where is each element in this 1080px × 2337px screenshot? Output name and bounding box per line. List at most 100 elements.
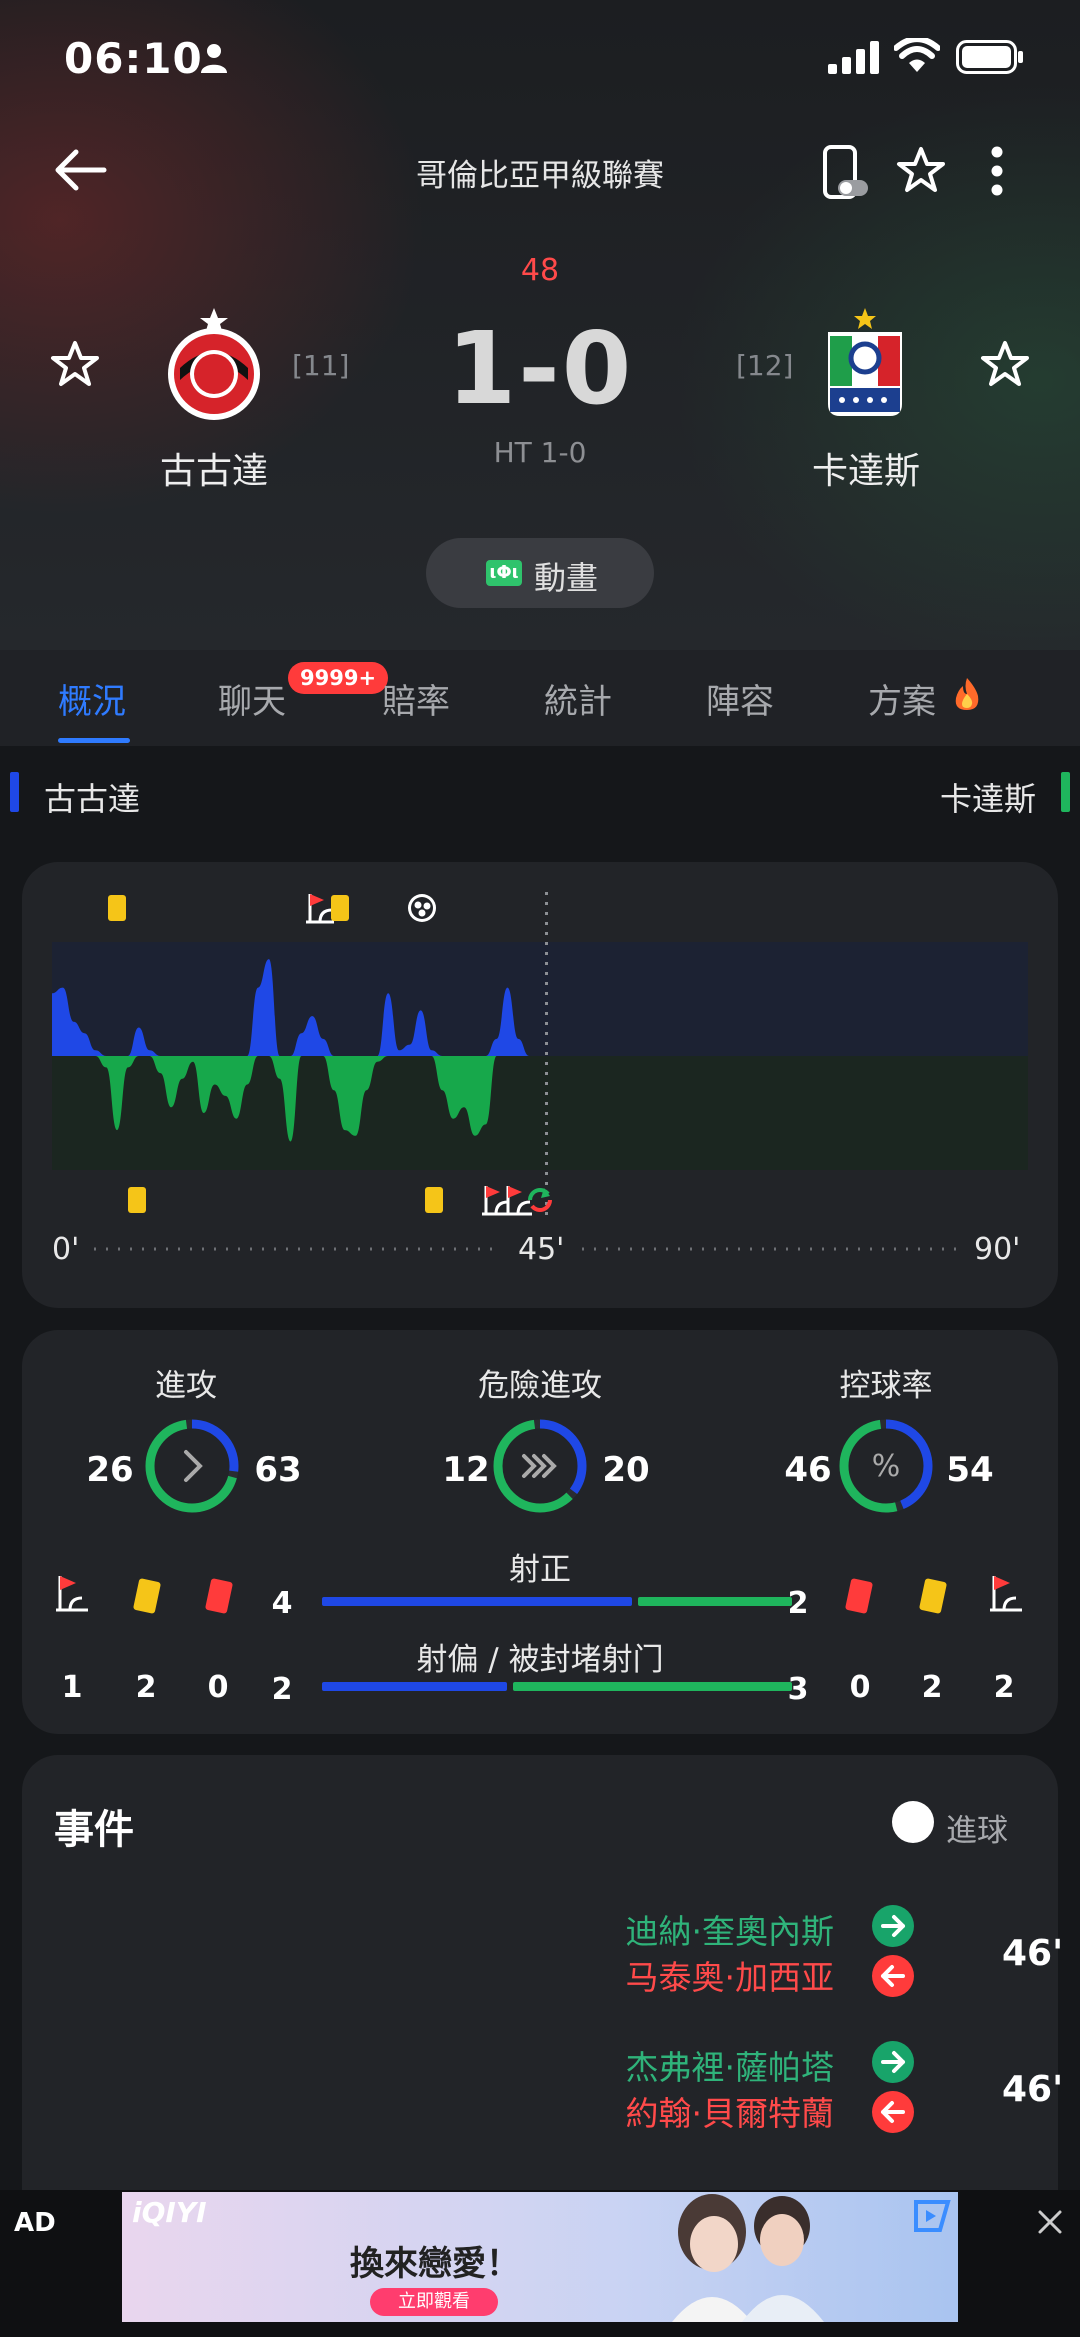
tab-chat[interactable]: 聊天 <box>218 674 286 723</box>
timeline-away-substitution-4 <box>528 1188 552 1212</box>
sub-in-arrow-icon <box>872 1905 914 1947</box>
attack-home: 26 <box>86 1450 134 1490</box>
status-bar: 06:10 <box>0 0 1080 120</box>
events-title: 事件 <box>54 1807 134 1853</box>
signal-icon <box>828 41 879 74</box>
tab-bar: 概況 聊天 9999+ 賠率 統計 陣容 方案 <box>0 650 1080 746</box>
dangerous-attack-away: 20 <box>602 1450 650 1490</box>
shots-on-target-away-bar <box>638 1597 792 1606</box>
timeline-label-half: 45' <box>518 1232 565 1267</box>
wifi-icon <box>894 38 940 72</box>
possession-ring: % <box>839 1419 933 1513</box>
possession-title: 控球率 <box>839 1368 933 1404</box>
ad-play-icon <box>914 2200 951 2232</box>
attack-away: 63 <box>254 1450 302 1490</box>
dangerous-attack-title: 危險進攻 <box>478 1368 602 1404</box>
shots-on-target-home-bar <box>322 1597 633 1606</box>
ad-headline: 換來戀愛！ <box>350 2244 520 2284</box>
goal-legend-icon <box>892 1801 934 1843</box>
home-team-label: 古古達 <box>44 780 141 818</box>
battery-icon <box>956 40 1023 74</box>
animation-label: 動畫 <box>534 559 599 597</box>
match-minute: 48 <box>520 253 560 288</box>
timeline-away-yellow-1 <box>425 1187 443 1213</box>
shots-on-target-title: 射正 <box>509 1552 571 1588</box>
away-corner-icon <box>990 1576 1022 1612</box>
away-red-card-icon <box>844 1578 874 1614</box>
away-corners-count: 2 <box>993 1670 1015 1705</box>
away-red-count: 0 <box>849 1670 871 1705</box>
top-nav: 哥倫比亞甲級聯賽 <box>0 130 1080 210</box>
home-yellow-count: 2 <box>135 1670 157 1705</box>
away-yellow-count: 2 <box>921 1670 943 1705</box>
status-time: 06:10 <box>64 34 203 83</box>
ad-bar: AD iQIYI 換來戀愛！ 立即觀看 <box>0 2190 1080 2337</box>
timeline-label-start: 0' <box>52 1232 80 1267</box>
away-team-label: 卡達斯 <box>939 780 1036 818</box>
more-options-icon[interactable] <box>990 146 1004 196</box>
event-2-player-out[interactable]: 約翰·貝爾特蘭 <box>334 2087 835 2135</box>
goal-legend-label: 進球 <box>946 1813 1008 1849</box>
shots-off-target-home-bar <box>322 1682 507 1691</box>
home-yellow-card-icon <box>132 1578 162 1614</box>
attack-ring <box>145 1419 239 1513</box>
home-team-logo <box>168 308 260 420</box>
ad-logo: iQIYI <box>132 2196 207 2229</box>
tab-stats[interactable]: 統計 <box>544 674 612 723</box>
active-tab-indicator <box>58 738 130 743</box>
timeline-home-corner-1 <box>306 894 334 924</box>
svg-text:%: % <box>872 1449 901 1484</box>
shots-off-target-title: 射偏 / 被封堵射门 <box>416 1642 664 1678</box>
dangerous-attack-home: 12 <box>442 1450 490 1490</box>
dangerous-attack-ring <box>493 1419 587 1513</box>
timeline-home-goal-3 <box>408 894 436 922</box>
event-1-player-in[interactable]: 迪納·奎奧內斯 <box>334 1905 835 1953</box>
away-rank: [12] <box>736 349 794 382</box>
home-color-bar <box>10 772 19 812</box>
phone-toggle-icon[interactable] <box>822 144 872 202</box>
away-color-bar <box>1061 772 1070 812</box>
animation-button[interactable]: ιΦι 動畫 <box>426 538 654 608</box>
possession-away: 54 <box>946 1450 994 1490</box>
ad-cta-button[interactable]: 立即觀看 <box>370 2288 498 2316</box>
ad-close-icon[interactable] <box>1036 2208 1064 2236</box>
tab-plans[interactable]: 方案 <box>868 674 936 723</box>
animation-icon: ιΦι <box>486 560 522 586</box>
sub-in-arrow-icon <box>872 2041 914 2083</box>
ad-label: AD <box>14 2208 56 2238</box>
chat-badge: 9999+ <box>288 662 389 694</box>
timeline-away-corner-3 <box>504 1186 532 1216</box>
ad-people-image <box>672 2194 824 2322</box>
teams-legend-row: 古古達 卡達斯 <box>0 762 1080 822</box>
home-corners-count: 1 <box>61 1670 83 1705</box>
ad-banner[interactable]: iQIYI 換來戀愛！ 立即觀看 <box>122 2192 958 2322</box>
tab-odds[interactable]: 賠率 <box>382 674 450 723</box>
timeline-home-yellow-0 <box>108 895 126 921</box>
tab-overview[interactable]: 概況 <box>58 674 126 723</box>
shots-off-target-away: 3 <box>787 1672 809 1707</box>
event-2-minute: 46' <box>1002 2069 1064 2110</box>
momentum-timeline-card: 0' 45' 90' <box>22 862 1058 1308</box>
timeline-home-yellow-2 <box>331 895 349 921</box>
home-rank: [11] <box>292 349 350 382</box>
home-team-name[interactable]: 古古達 <box>104 442 324 494</box>
away-team-name[interactable]: 卡達斯 <box>756 442 976 494</box>
away-follow-star-icon[interactable] <box>980 340 1030 388</box>
event-2-player-in[interactable]: 杰弗裡·薩帕塔 <box>334 2041 835 2089</box>
shots-on-target-home: 4 <box>271 1586 293 1621</box>
sub-out-arrow-icon <box>872 2091 914 2133</box>
event-1-minute: 46' <box>1002 1933 1064 1974</box>
home-red-card-icon <box>204 1578 234 1614</box>
fire-icon <box>955 678 979 710</box>
tab-lineup[interactable]: 陣容 <box>706 674 774 723</box>
person-icon <box>201 44 227 73</box>
favorite-star-icon[interactable] <box>896 146 946 194</box>
possession-home: 46 <box>784 1450 832 1490</box>
home-follow-star-icon[interactable] <box>50 340 100 388</box>
event-1-player-out[interactable]: 马泰奥·加西亚 <box>334 1951 835 1999</box>
shots-on-target-away: 2 <box>787 1586 809 1621</box>
stats-card: 進攻 26 63 危險進攻 12 20 控球率 46 % 54 射正 4 2 1… <box>22 1330 1058 1734</box>
shots-off-target-away-bar <box>513 1682 792 1691</box>
timeline-away-yellow-0 <box>128 1187 146 1213</box>
timeline-label-end: 90' <box>974 1232 1021 1267</box>
